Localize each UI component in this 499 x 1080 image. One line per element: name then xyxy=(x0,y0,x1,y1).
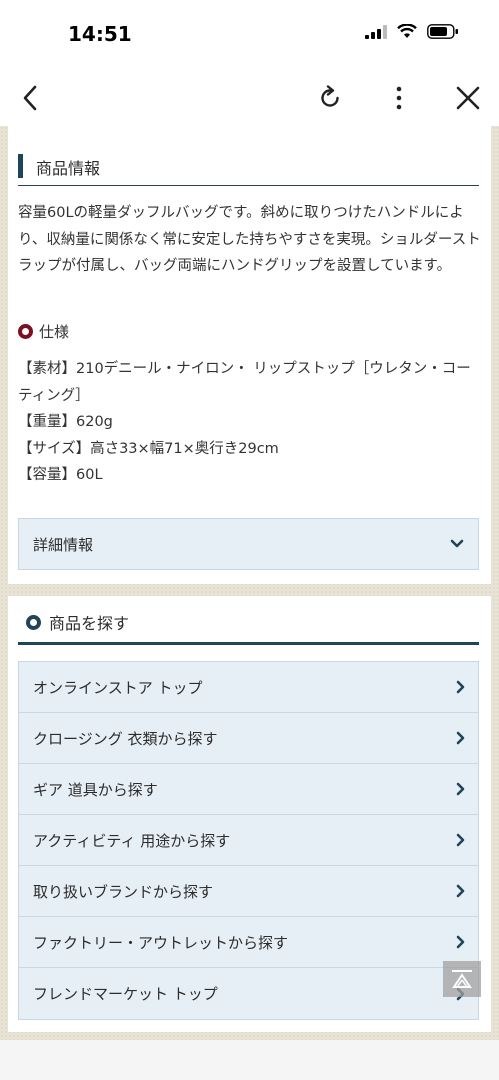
menu-item-online-store-top[interactable]: オンラインストア トップ xyxy=(19,662,478,713)
search-bullet-icon xyxy=(26,614,41,630)
back-chevron-icon xyxy=(23,85,37,111)
chevron-down-icon xyxy=(450,539,464,548)
browser-nav-bar xyxy=(0,70,499,126)
wifi-icon xyxy=(397,24,417,38)
menu-item-label: オンラインストア トップ xyxy=(33,678,203,697)
search-title: 商品を探す xyxy=(49,614,130,633)
spec-heading: 仕様 xyxy=(18,321,69,342)
search-menu: オンラインストア トップ クロージング 衣類から探す ギア 道具から探す アクテ… xyxy=(18,661,479,1020)
spec-capacity: 【容量】60L xyxy=(18,467,103,483)
menu-item-label: 取り扱いブランドから探す xyxy=(33,882,214,901)
menu-item-label: ファクトリー・アウトレットから探す xyxy=(33,933,289,952)
menu-item-label: アクティビティ 用途から探す xyxy=(33,831,231,850)
more-button[interactable] xyxy=(381,80,417,116)
close-icon xyxy=(456,86,480,110)
spec-weight: 【重量】620g xyxy=(18,414,113,430)
close-button[interactable] xyxy=(450,80,486,116)
search-heading: 商品を探す xyxy=(26,610,129,634)
menu-item-activity[interactable]: アクティビティ 用途から探す xyxy=(19,815,478,866)
menu-item-clothing[interactable]: クロージング 衣類から探す xyxy=(19,713,478,764)
spec-label: 仕様 xyxy=(39,323,70,341)
reload-button[interactable] xyxy=(312,80,348,116)
spec-bullet-icon xyxy=(18,324,33,339)
chevron-right-icon xyxy=(456,680,465,694)
chevron-right-icon xyxy=(456,935,465,949)
chevron-right-icon xyxy=(456,833,465,847)
back-button[interactable] xyxy=(12,80,48,116)
menu-item-label: フレンドマーケット トップ xyxy=(33,985,218,1003)
chevron-right-icon xyxy=(456,884,465,898)
product-description: 容量60Lの軽量ダッフルバッグです。斜めに取りつけたハンドルにより、収納量に関係… xyxy=(18,205,481,274)
status-bar: 14:51 xyxy=(0,0,499,70)
reload-icon xyxy=(321,85,339,107)
product-info-card: 商品情報 容量60Lの軽量ダッフルバッグです。斜めに取りつけたハンドルにより、収… xyxy=(8,126,491,584)
battery-icon xyxy=(427,24,458,39)
product-info-title: 商品情報 xyxy=(36,159,101,178)
signal-icon xyxy=(365,24,387,39)
scroll-to-top-icon xyxy=(452,970,472,988)
spec-material: 【素材】210デニール・ナイロン・ リップストップ［ウレタン・コーティング］ xyxy=(18,361,471,404)
title-divider xyxy=(18,185,479,186)
search-divider xyxy=(18,642,479,645)
menu-item-brands[interactable]: 取り扱いブランドから探す xyxy=(19,866,478,917)
detail-info-accordion[interactable]: 詳細情報 xyxy=(18,518,479,570)
status-icons xyxy=(365,24,459,39)
menu-item-factory-outlet[interactable]: ファクトリー・アウトレットから探す xyxy=(19,917,478,968)
chevron-right-icon xyxy=(456,731,465,745)
scroll-to-top-button[interactable] xyxy=(443,961,481,997)
menu-item-label: クロージング 衣類から探す xyxy=(33,729,218,748)
title-accent-bar xyxy=(18,154,23,178)
menu-item-label: ギア 道具から探す xyxy=(33,780,158,799)
menu-item-friend-market-top[interactable]: フレンドマーケット トップ xyxy=(19,968,478,1019)
spec-list: 【素材】210デニール・ナイロン・ リップストップ［ウレタン・コーティング］ 【… xyxy=(18,356,481,489)
menu-item-gear[interactable]: ギア 道具から探す xyxy=(19,764,478,815)
status-time: 14:51 xyxy=(68,22,132,46)
more-vertical-icon xyxy=(396,86,402,110)
bottom-bar xyxy=(0,1040,499,1080)
chevron-right-icon xyxy=(456,782,465,796)
product-search-card: 商品を探す オンラインストア トップ クロージング 衣類から探す ギア 道具から… xyxy=(8,596,491,1032)
detail-info-label: 詳細情報 xyxy=(33,535,94,554)
page-content: 商品情報 容量60Lの軽量ダッフルバッグです。斜めに取りつけたハンドルにより、収… xyxy=(0,126,499,1040)
spec-size: 【サイズ】高さ33×幅71×奥行き29cm xyxy=(18,440,279,457)
